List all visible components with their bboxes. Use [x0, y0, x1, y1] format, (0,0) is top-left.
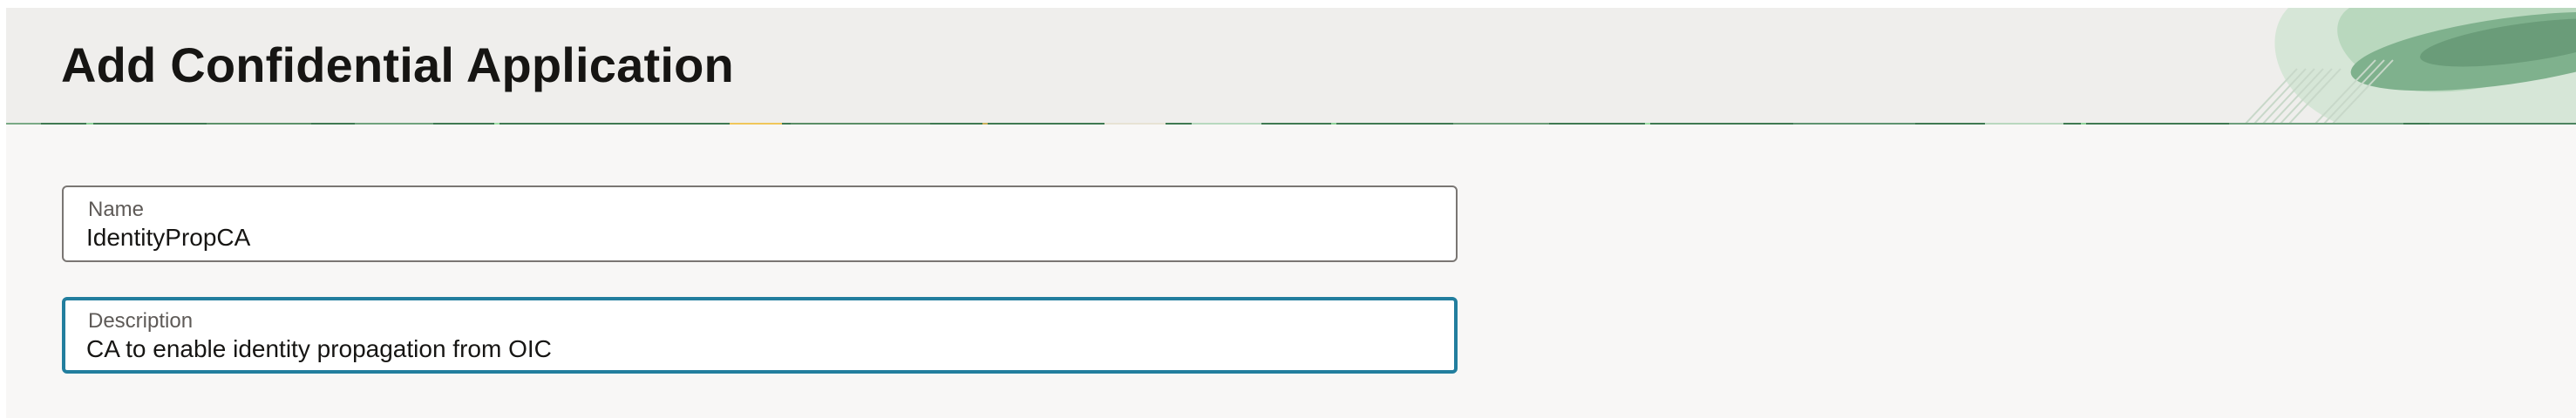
page-title: Add Confidential Application [61, 37, 734, 92]
name-field[interactable]: Name [62, 185, 1458, 262]
name-field-label: Name [88, 198, 145, 221]
description-field-label: Description [88, 309, 194, 333]
description-input[interactable] [86, 334, 1394, 365]
name-input[interactable] [86, 222, 1394, 253]
decorative-banner-strip [6, 123, 2576, 125]
description-field[interactable]: Description [62, 297, 1458, 374]
decorative-foliage-art [2245, 8, 2576, 125]
page-header: Add Confidential Application [6, 8, 2576, 125]
page-frame: Add Confidential Application Name Identi… [6, 8, 2576, 418]
